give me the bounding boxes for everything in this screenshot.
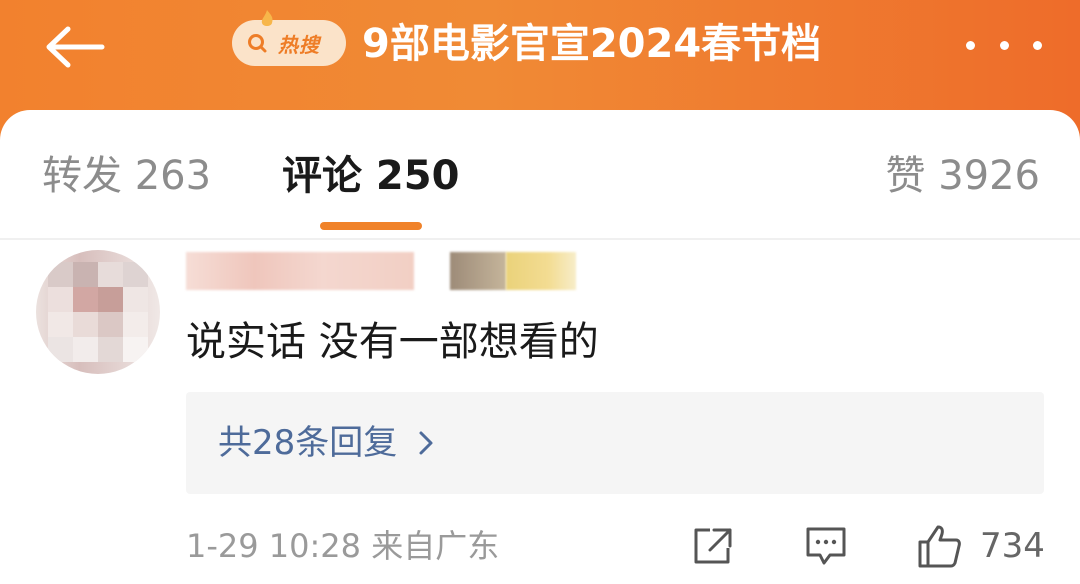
avatar[interactable] [36,250,160,374]
back-button[interactable] [40,22,110,72]
more-button[interactable] [966,30,1042,60]
view-replies-link[interactable]: 共28条回复 [218,418,435,468]
like-button[interactable]: 734 [916,524,1045,568]
tab-comment[interactable]: 评论 250 [282,150,459,202]
more-icon [966,40,975,50]
tab-divider [0,238,1080,240]
hot-search-label: 热搜 [278,32,320,57]
share-button[interactable] [690,524,734,568]
comment-meta: 1-29 10:28 来自广东 [186,527,500,565]
view-replies-label: 共28条回复 [218,423,398,463]
share-icon [694,528,732,564]
reply-button[interactable] [804,524,848,568]
comment-icon [806,527,846,565]
page-title: 9部电影官宣2024春节档 [362,21,822,67]
search-icon [248,34,267,53]
hot-search-badge[interactable]: 热搜 [232,20,346,66]
user-badge [450,252,506,290]
back-arrow-icon [46,26,105,68]
flame-icon [261,10,273,26]
replies-box[interactable]: 共28条回复 [186,392,1044,494]
chevron-right-icon [419,431,433,455]
tab-like[interactable]: 赞 3926 [885,150,1040,202]
like-count: 734 [980,526,1045,566]
thumbs-up-icon [918,525,961,568]
tab-repost[interactable]: 转发 263 [42,150,211,202]
tab-bar: 转发 263 评论 250 赞 3926 [0,110,1080,240]
user-badge-secondary [506,252,576,290]
username[interactable] [186,252,414,290]
comment-text: 说实话 没有一部想看的 [186,319,599,365]
tab-active-indicator [320,222,422,230]
